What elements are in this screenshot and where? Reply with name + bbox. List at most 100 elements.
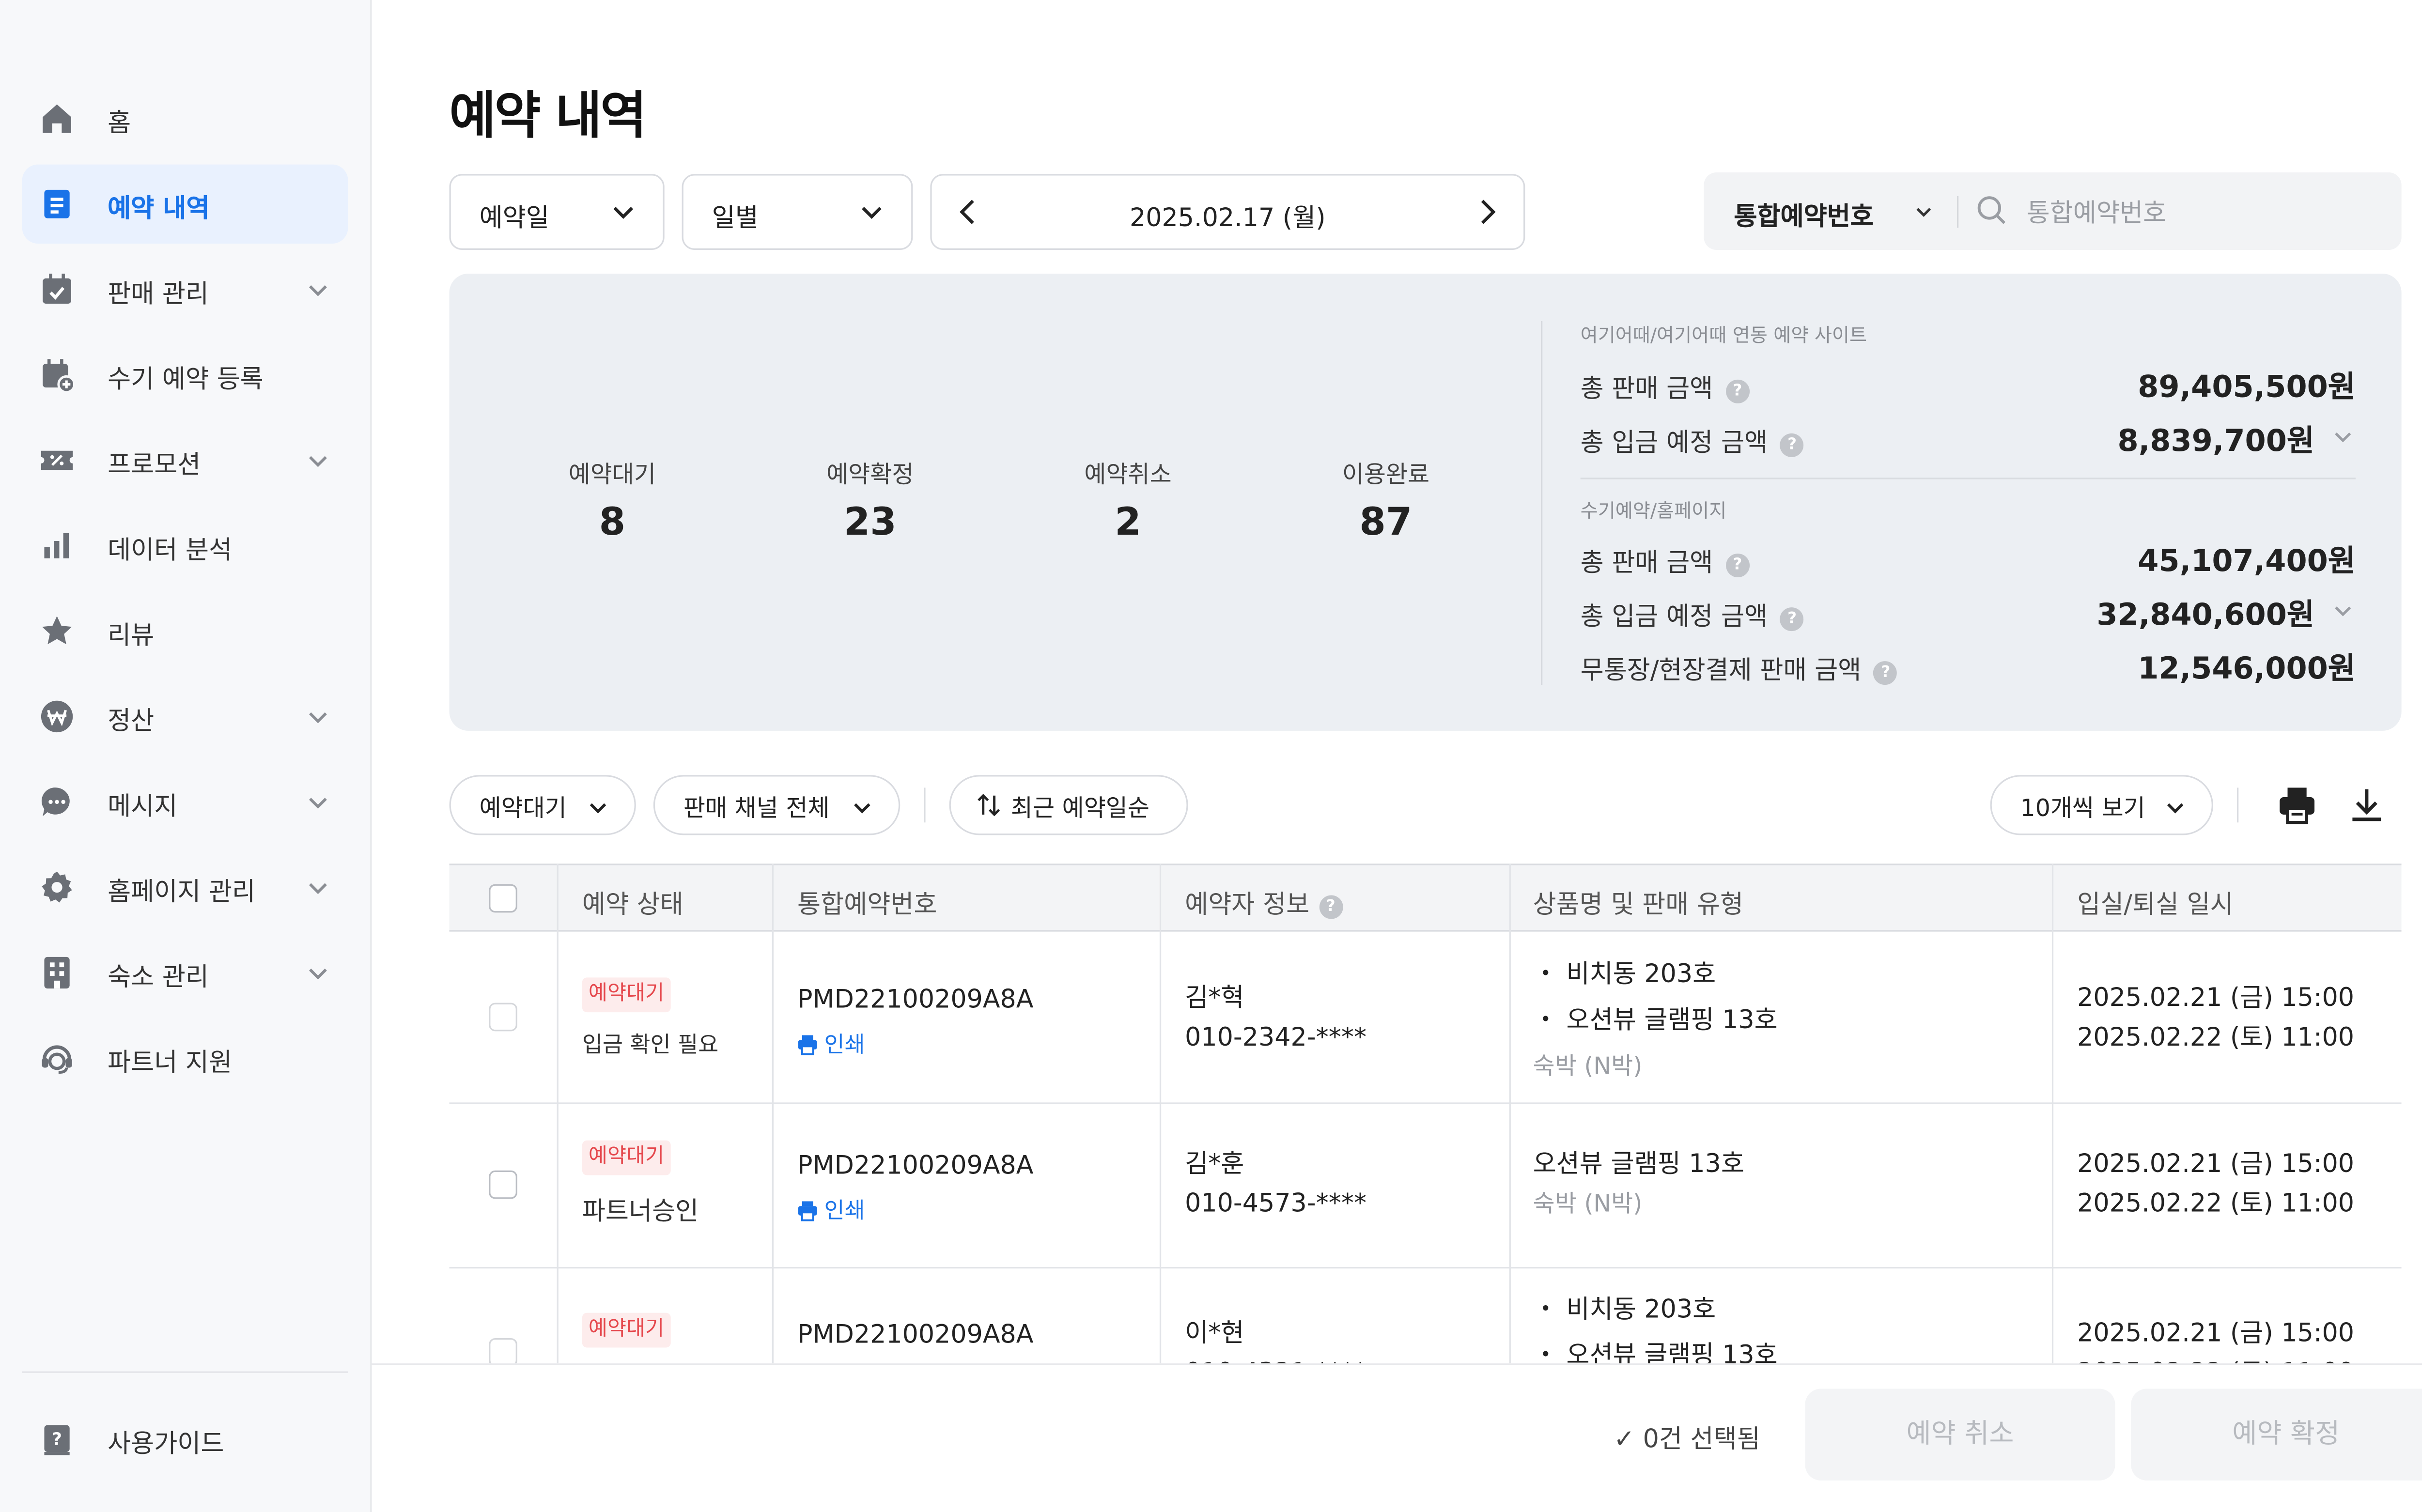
sidebar-item-settlement[interactable]: 정산 xyxy=(22,677,348,756)
sidebar-item-property[interactable]: 숙소 관리 xyxy=(22,933,348,1012)
chevron-down-icon[interactable] xyxy=(2330,598,2356,623)
reservation-number: PMD22100209A8A xyxy=(797,984,1034,1014)
current-date: 2025.02.17 (월) xyxy=(1130,202,1326,233)
page-title: 예약 내역 xyxy=(449,85,647,146)
headset-icon xyxy=(38,1039,76,1077)
sidebar-divider xyxy=(22,1371,348,1373)
bar-chart-icon xyxy=(38,527,76,565)
search-type-select[interactable]: 통합예약번호 xyxy=(1734,195,1873,232)
chevron-down-icon[interactable] xyxy=(2330,424,2356,449)
header-reservation-no: 통합예약번호 xyxy=(797,889,937,919)
date-type-select[interactable]: 예약일 xyxy=(449,174,665,250)
print-icon[interactable] xyxy=(2275,783,2319,827)
sidebar-item-reservations[interactable]: 예약 내역 xyxy=(22,164,348,244)
summary-key: 총 입금 예정 금액? xyxy=(1581,421,1804,459)
summary-value: 12,546,000원 xyxy=(2138,651,2356,687)
chevron-down-icon xyxy=(304,275,332,304)
page-size-select[interactable]: 10개씩 보기 xyxy=(1990,775,2213,835)
search-icon xyxy=(1976,195,2007,226)
won-icon xyxy=(38,697,76,735)
help-icon[interactable]: ? xyxy=(1780,607,1804,632)
period-select[interactable]: 일별 xyxy=(682,174,913,250)
select-all-checkbox[interactable] xyxy=(489,884,517,913)
sidebar-item-label: 홈 xyxy=(108,108,131,138)
sidebar-item-messages[interactable]: 메시지 xyxy=(22,762,348,841)
help-icon[interactable]: ? xyxy=(1874,661,1898,685)
period-label: 일별 xyxy=(712,202,759,233)
stat-label: 이용완료 xyxy=(1342,460,1430,489)
sidebar-item-partner-support[interactable]: 파트너 지원 xyxy=(22,1018,348,1097)
sidebar-item-label: 정산 xyxy=(108,705,155,736)
download-icon[interactable] xyxy=(2344,783,2389,827)
row-checkbox[interactable] xyxy=(489,1003,517,1032)
table-header: 예약 상태 통합예약번호 예약자 정보? 상품명 및 판매 유형 입실/퇴실 일… xyxy=(449,864,2402,932)
sidebar-item-reviews[interactable]: 리뷰 xyxy=(22,591,348,670)
row-checkbox[interactable] xyxy=(489,1170,517,1199)
product-info: ・ 비치동 203호・ 오션뷰 글램핑 13호숙박 (N박) xyxy=(1533,1294,1778,1364)
sidebar-item-home[interactable]: 홈 xyxy=(22,79,348,158)
help-icon[interactable]: ? xyxy=(1780,433,1804,457)
sidebar-item-sales[interactable]: 판매 관리 xyxy=(22,250,348,329)
divider xyxy=(924,787,926,823)
sidebar-item-label: 수기 예약 등록 xyxy=(108,364,264,394)
sidebar-item-promotion[interactable]: 프로모션 xyxy=(22,421,348,500)
reservation-number: PMD22100209A8A xyxy=(797,1150,1034,1180)
confirm-reservation-button[interactable]: 예약 확정 xyxy=(2131,1389,2422,1481)
status-filter[interactable]: 예약대기 xyxy=(449,775,636,835)
sidebar-item-manual-reservation[interactable]: 수기 예약 등록 xyxy=(22,335,348,414)
search-input[interactable] xyxy=(2023,189,2378,234)
header-status: 예약 상태 xyxy=(582,889,683,919)
sidebar-item-analytics[interactable]: 데이터 분석 xyxy=(22,506,348,585)
sort-button[interactable]: 최근 예약일순 xyxy=(949,775,1188,835)
summary-key: 총 판매 금액? xyxy=(1581,367,1750,405)
sidebar-item-label: 사용가이드 xyxy=(108,1428,224,1459)
table-row[interactable]: 예약대기 입금 확인 필요 PMD22100209A8A 인쇄 김*혁 010-2… xyxy=(449,932,2402,1104)
summary-row: 총 판매 금액? 89,405,500원 xyxy=(1581,364,2356,405)
print-icon xyxy=(798,1201,817,1221)
chevron-down-icon xyxy=(851,796,873,818)
help-icon[interactable]: ? xyxy=(1725,554,1750,578)
page-size-label: 10개씩 보기 xyxy=(2020,794,2145,823)
sidebar-item-label: 파트너 지원 xyxy=(108,1047,233,1078)
checkin-checkout: 2025.02.21 (금) 15:002025.02.22 (토) 11:00 xyxy=(2077,1148,2355,1218)
sidebar-item-label: 데이터 분석 xyxy=(108,534,233,565)
gear-icon xyxy=(38,868,76,906)
building-icon xyxy=(38,954,76,991)
sidebar-item-label: 숙소 관리 xyxy=(108,961,209,992)
status-detail: 입금 확인 필요 xyxy=(582,1033,719,1058)
sidebar-item-guide[interactable]: ? 사용가이드 xyxy=(22,1400,348,1479)
chevron-right-icon[interactable] xyxy=(1470,195,1505,230)
cancel-reservation-button[interactable]: 예약 취소 xyxy=(1805,1389,2115,1481)
help-icon[interactable]: ? xyxy=(1319,895,1343,919)
sidebar-item-homepage[interactable]: 홈페이지 관리 xyxy=(22,848,348,927)
sidebar-item-label: 예약 내역 xyxy=(108,193,210,223)
svg-text:?: ? xyxy=(52,1429,62,1449)
sidebar-item-label: 메시지 xyxy=(108,790,178,821)
header-customer: 예약자 정보? xyxy=(1185,882,1343,920)
chevron-down-icon xyxy=(857,198,886,226)
channel-filter[interactable]: 판매 채널 전체 xyxy=(653,775,900,835)
table-row[interactable]: 예약대기 파트너승인 PMD22100209A8A 인쇄 김*훈 010-4573… xyxy=(449,1102,2402,1269)
status-badge: 예약대기 xyxy=(582,977,671,1013)
help-icon[interactable]: ? xyxy=(1725,379,1750,403)
help-book-icon: ? xyxy=(38,1420,76,1458)
summary-value: 32,840,600원 xyxy=(2096,598,2315,633)
summary-row: 총 판매 금액? 45,107,400원 xyxy=(1581,538,2356,579)
print-link[interactable]: 인쇄 xyxy=(797,1028,865,1060)
bottom-action-bar: ✓ 0건 선택됨 예약 취소 예약 확정 xyxy=(372,1363,2422,1512)
print-link[interactable]: 인쇄 xyxy=(797,1194,865,1226)
stat-pending: 예약대기 8 xyxy=(501,457,723,544)
stat-value: 23 xyxy=(843,500,897,544)
row-checkbox[interactable] xyxy=(489,1338,517,1364)
table-row[interactable]: 예약대기 PMD22100209A8A 이*현010-4321-**** ・ 비… xyxy=(450,1267,2402,1364)
calendar-check-icon xyxy=(38,270,76,308)
divider xyxy=(1580,478,2356,479)
selected-count: ✓ 0건 선택됨 xyxy=(1614,1423,1760,1454)
date-type-label: 예약일 xyxy=(479,202,549,233)
summary-row: 총 입금 예정 금액? 32,840,600원 xyxy=(1581,591,2356,633)
sidebar: 홈 예약 내역 판매 관리 수기 예약 등록 프로모션 데이터 분석 리뷰 정산… xyxy=(0,0,372,1512)
summary-row: 총 입금 예정 금액? 8,839,700원 xyxy=(1581,417,2356,459)
summary-value: 8,839,700원 xyxy=(2117,424,2315,459)
summary-row: 무통장/현장결제 판매 금액? 12,546,000원 xyxy=(1581,645,2356,687)
customer-info: 이*현010-4321-**** xyxy=(1185,1317,1366,1363)
